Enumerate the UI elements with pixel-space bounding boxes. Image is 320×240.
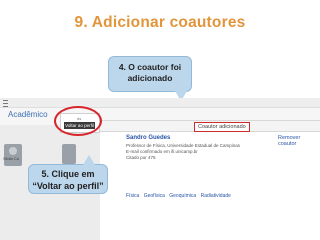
tag-item[interactable]: Física bbox=[126, 193, 139, 199]
interest-tags: Física Geofísica Geoquímica Radiatividad… bbox=[126, 193, 234, 199]
profile-card: Coautor adicionado Sandro Guedes Remover… bbox=[100, 120, 320, 240]
callout-step-5: 5. Clique em “Voltar ao perfil” bbox=[28, 155, 108, 194]
coauthor-added-badge: Coautor adicionado bbox=[194, 122, 250, 132]
profile-name-link[interactable]: Sandro Guedes bbox=[126, 135, 170, 141]
cited-by-text: Citado por 475 bbox=[126, 155, 156, 160]
avatar-head bbox=[9, 147, 17, 155]
avatar-secondary bbox=[62, 144, 76, 164]
tag-item[interactable]: Geoquímica bbox=[169, 193, 196, 199]
remove-coauthor-link[interactable]: Remover coautor bbox=[278, 135, 320, 147]
top-bar bbox=[0, 98, 320, 108]
menu-icon[interactable] bbox=[3, 100, 8, 107]
tag-item[interactable]: Geofísica bbox=[144, 193, 165, 199]
tag-item[interactable]: Radiatividade bbox=[201, 193, 231, 199]
callout-step-4: 4. O coautor foi adicionado bbox=[108, 56, 192, 101]
avatar bbox=[4, 144, 22, 166]
email-verified-text: E-mail confirmado em ifi.unicamp.br bbox=[126, 149, 198, 154]
card-header: Coautor adicionado bbox=[100, 121, 320, 132]
highlight-circle bbox=[54, 106, 102, 136]
affiliation-text: Professor de Física, Universidade Estadu… bbox=[126, 143, 241, 148]
slide-title: 9. Adicionar coautores bbox=[74, 14, 246, 31]
site-name: Acadêmico bbox=[8, 110, 48, 119]
avatar-caption: Sibila Ca bbox=[3, 156, 20, 161]
